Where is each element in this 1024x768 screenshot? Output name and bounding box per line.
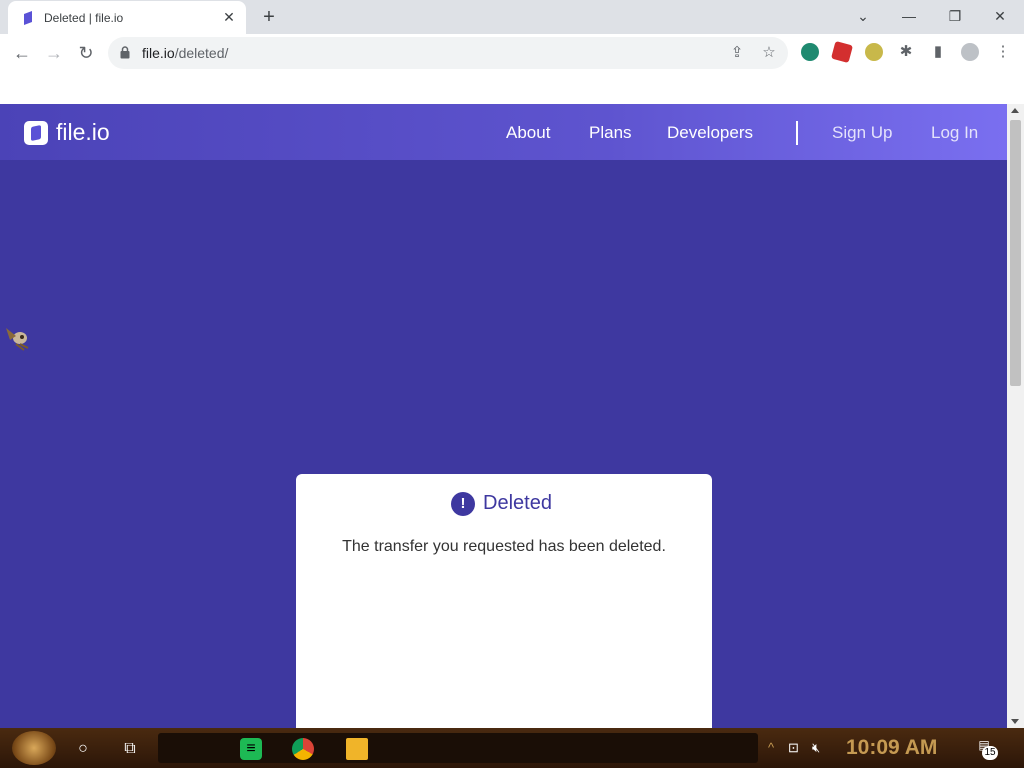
page-scrollbar[interactable] xyxy=(1007,104,1024,728)
url-text: file.io/deleted/ xyxy=(142,45,228,61)
browser-tab[interactable]: Deleted | file.io ✕ xyxy=(8,1,246,34)
brand-name[interactable]: file.io xyxy=(56,119,110,146)
fileio-favicon-icon xyxy=(24,11,32,25)
alert-exclamation-icon: ! xyxy=(451,492,475,516)
chrome-app-icon[interactable] xyxy=(292,738,314,760)
site-header: file.io About Plans Developers Sign Up L… xyxy=(0,104,1007,160)
tab-search-icon[interactable]: ⌄ xyxy=(849,4,877,28)
notification-count-badge: 15 xyxy=(982,746,998,760)
menu-kebab-icon[interactable]: ⋮ xyxy=(994,43,1012,61)
card-title: Deleted xyxy=(483,492,552,514)
nav-plans[interactable]: Plans xyxy=(589,123,632,143)
os-taskbar: ○ ⧉ ≡ ^ ⊡ 🔇︎ 10:09 AM ▤ 15 xyxy=(0,728,1024,768)
side-panel-icon[interactable]: ▮ xyxy=(929,43,947,61)
new-tab-button[interactable]: + xyxy=(258,6,280,28)
extensions-puzzle-icon[interactable]: ✱ xyxy=(897,43,915,61)
deleted-card: ! Deleted The transfer you requested has… xyxy=(296,474,712,728)
url-host: file.io xyxy=(142,45,175,61)
scroll-down-arrow-icon[interactable] xyxy=(1011,719,1019,724)
extension-coin-icon[interactable] xyxy=(865,43,883,61)
tab-title: Deleted | file.io xyxy=(44,11,124,25)
scroll-up-arrow-icon[interactable] xyxy=(1011,108,1019,113)
lock-icon xyxy=(120,46,130,59)
browser-toolbar: ← → ↻ file.io/deleted/ ⇪ ☆ ✱ ▮ ⋮ xyxy=(0,34,1024,72)
tab-strip: Deleted | file.io ✕ + ⌄ — ❐ ✕ xyxy=(0,0,1024,34)
nav-divider xyxy=(796,121,798,145)
profile-avatar-icon[interactable] xyxy=(961,43,979,61)
extension-roblox-icon[interactable] xyxy=(830,40,854,64)
bookmark-star-icon[interactable]: ☆ xyxy=(760,44,778,62)
minimize-button[interactable]: — xyxy=(895,4,923,28)
url-path: /deleted/ xyxy=(174,45,229,61)
volume-muted-icon[interactable]: 🔇︎ xyxy=(812,740,820,756)
nav-sign-up[interactable]: Sign Up xyxy=(832,123,892,143)
notes-app-icon[interactable]: ≡ xyxy=(240,738,262,760)
share-icon[interactable]: ⇪ xyxy=(728,44,746,62)
start-button[interactable] xyxy=(12,731,56,765)
file-explorer-icon[interactable] xyxy=(346,738,368,760)
address-bar[interactable]: file.io/deleted/ ⇪ ☆ xyxy=(108,37,788,69)
nav-about[interactable]: About xyxy=(506,123,550,143)
reload-button[interactable]: ↻ xyxy=(74,41,98,65)
extension-w-icon[interactable] xyxy=(801,43,819,61)
page-viewport: file.io About Plans Developers Sign Up L… xyxy=(0,104,1007,728)
tab-close-icon[interactable]: ✕ xyxy=(220,8,238,26)
forward-button[interactable]: → xyxy=(42,41,66,65)
close-window-button[interactable]: ✕ xyxy=(986,4,1014,28)
search-circle-icon[interactable]: ○ xyxy=(72,738,94,760)
taskbar-clock[interactable]: 10:09 AM xyxy=(846,736,937,760)
restore-button[interactable]: ❐ xyxy=(941,4,969,28)
animated-cursor-icon xyxy=(6,328,29,351)
card-message: The transfer you requested has been dele… xyxy=(342,538,666,555)
network-icon[interactable]: ⊡ xyxy=(788,740,799,756)
back-button[interactable]: ← xyxy=(10,41,34,65)
scrollbar-thumb[interactable] xyxy=(1010,120,1021,386)
nav-developers[interactable]: Developers xyxy=(667,123,753,143)
nav-log-in[interactable]: Log In xyxy=(931,123,978,143)
notification-center-icon[interactable]: ▤ 15 xyxy=(974,738,998,760)
fileio-logo-icon[interactable] xyxy=(24,121,48,145)
tray-chevron-icon[interactable]: ^ xyxy=(768,740,774,755)
task-view-icon[interactable]: ⧉ xyxy=(119,738,141,760)
